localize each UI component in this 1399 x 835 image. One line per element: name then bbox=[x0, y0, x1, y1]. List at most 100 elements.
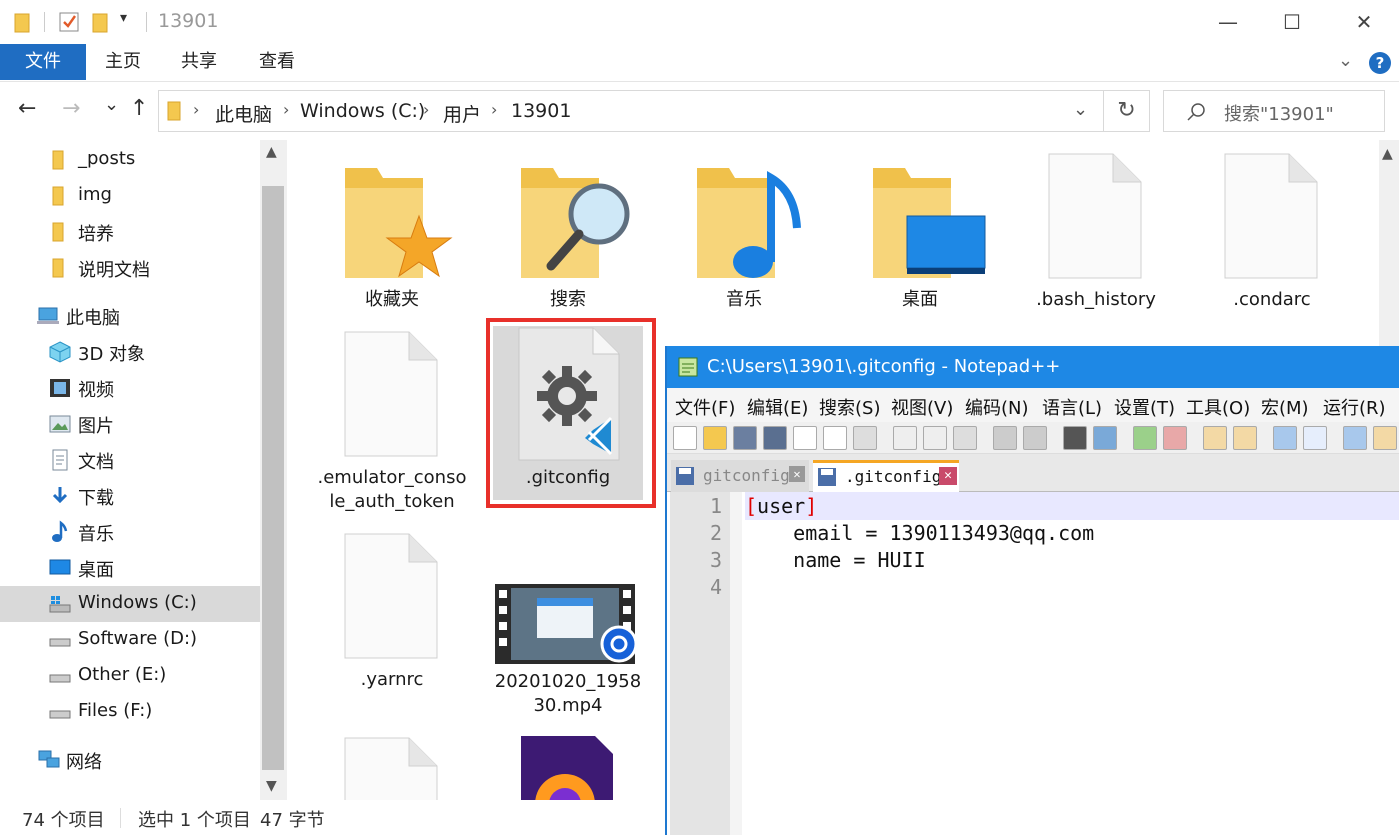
code-line[interactable]: name = HUII bbox=[745, 548, 925, 572]
open-file-icon[interactable] bbox=[703, 426, 727, 450]
find-icon[interactable] bbox=[1063, 426, 1087, 450]
menu-run[interactable]: 运行(R) bbox=[1323, 394, 1386, 420]
close-button[interactable]: ✕ bbox=[1334, 4, 1394, 40]
tab-share[interactable]: 共享 bbox=[168, 44, 230, 80]
breadcrumb-separator-icon[interactable]: › bbox=[491, 100, 497, 119]
code-line[interactable]: [user] bbox=[745, 494, 817, 518]
sidebar-item-docs[interactable]: 说明文档 bbox=[0, 250, 260, 286]
back-button[interactable]: ← bbox=[18, 96, 36, 121]
tab-view[interactable]: 查看 bbox=[246, 44, 308, 80]
tab-file[interactable]: 文件 bbox=[0, 44, 86, 80]
menu-encoding[interactable]: 编码(N) bbox=[965, 394, 1029, 420]
menu-macro[interactable]: 宏(M) bbox=[1261, 394, 1309, 420]
minimize-button[interactable]: — bbox=[1198, 4, 1258, 40]
help-button[interactable]: ? bbox=[1369, 52, 1391, 74]
redo-icon[interactable] bbox=[1023, 426, 1047, 450]
breadcrumb-users[interactable]: 用户 bbox=[443, 100, 481, 127]
file-item[interactable] bbox=[493, 734, 643, 800]
notepad-plus-plus-window[interactable]: C:\Users\13901\.gitconfig - Notepad++ 文件… bbox=[665, 346, 1399, 835]
close-file-icon[interactable] bbox=[793, 426, 817, 450]
copy-icon[interactable] bbox=[923, 426, 947, 450]
menu-view[interactable]: 视图(V) bbox=[891, 394, 953, 420]
menu-settings[interactable]: 设置(T) bbox=[1114, 394, 1175, 420]
menu-language[interactable]: 语言(L) bbox=[1042, 394, 1102, 420]
up-button[interactable]: ↑ bbox=[130, 96, 148, 121]
address-history-icon[interactable]: ⌄ bbox=[1073, 99, 1088, 120]
cut-icon[interactable] bbox=[893, 426, 917, 450]
save-icon[interactable] bbox=[733, 426, 757, 450]
breadcrumb-separator-icon[interactable]: › bbox=[193, 100, 199, 119]
print-icon[interactable] bbox=[853, 426, 877, 450]
menu-file[interactable]: 文件(F) bbox=[675, 394, 735, 420]
sidebar-item-drive-f[interactable]: Files (F:) bbox=[0, 694, 260, 730]
replace-icon[interactable] bbox=[1093, 426, 1117, 450]
notepad-titlebar[interactable]: C:\Users\13901\.gitconfig - Notepad++ bbox=[667, 346, 1399, 388]
refresh-button[interactable]: ↻ bbox=[1104, 90, 1150, 132]
search-box[interactable]: 搜索"13901" bbox=[1163, 90, 1385, 132]
zoom-out-icon[interactable] bbox=[1163, 426, 1187, 450]
file-item[interactable]: 音乐 bbox=[669, 150, 819, 320]
file-item[interactable]: .yarnrc bbox=[317, 530, 467, 700]
user-language-icon[interactable] bbox=[1373, 426, 1397, 450]
sidebar-item-network[interactable]: 网络 bbox=[0, 742, 260, 778]
scroll-up-icon[interactable]: ▲ bbox=[1382, 146, 1393, 162]
sidebar-item-documents[interactable]: 文档 bbox=[0, 442, 260, 478]
file-item[interactable]: 收藏夹 bbox=[317, 150, 467, 320]
close-tab-icon[interactable]: ✕ bbox=[939, 467, 957, 485]
sidebar-item-3d-objects[interactable]: 3D 对象 bbox=[0, 334, 260, 370]
breadcrumb-13901[interactable]: 13901 bbox=[511, 100, 571, 122]
zoom-in-icon[interactable] bbox=[1133, 426, 1157, 450]
undo-icon[interactable] bbox=[993, 426, 1017, 450]
menu-tools[interactable]: 工具(O) bbox=[1186, 394, 1250, 420]
breadcrumb-windows-c[interactable]: Windows (C:) bbox=[300, 100, 425, 122]
tab-gitconfig[interactable]: gitconfig ✕ bbox=[671, 460, 809, 492]
file-item[interactable] bbox=[317, 734, 467, 800]
file-item[interactable]: 搜索 bbox=[493, 150, 643, 320]
breadcrumb-separator-icon[interactable]: › bbox=[283, 100, 289, 119]
scroll-up-icon[interactable]: ▲ bbox=[266, 144, 277, 160]
sidebar-item-training[interactable]: 培养 bbox=[0, 214, 260, 250]
sidebar-item-posts[interactable]: _posts bbox=[0, 142, 260, 178]
recent-locations-button[interactable]: ⌄ bbox=[104, 94, 119, 115]
sidebar-item-downloads[interactable]: 下载 bbox=[0, 478, 260, 514]
properties-icon[interactable] bbox=[58, 11, 80, 33]
new-file-icon[interactable] bbox=[673, 426, 697, 450]
address-bar[interactable]: › 此电脑 › Windows (C:) › 用户 › 13901 ⌄ bbox=[158, 90, 1104, 132]
breadcrumb-this-pc[interactable]: 此电脑 bbox=[215, 100, 272, 127]
new-folder-icon[interactable] bbox=[92, 12, 108, 34]
close-tab-icon[interactable]: ✕ bbox=[789, 466, 805, 482]
sidebar-item-img[interactable]: img bbox=[0, 178, 260, 214]
search-input[interactable]: 搜索"13901" bbox=[1224, 100, 1334, 126]
save-all-icon[interactable] bbox=[763, 426, 787, 450]
sidebar-item-drive-c[interactable]: Windows (C:) bbox=[0, 586, 260, 622]
sidebar-scroll-thumb[interactable] bbox=[262, 186, 284, 770]
forward-button[interactable]: → bbox=[62, 96, 80, 121]
show-all-chars-icon[interactable] bbox=[1303, 426, 1327, 450]
sync-vertical-icon[interactable] bbox=[1203, 426, 1227, 450]
sidebar-item-videos[interactable]: 视频 bbox=[0, 370, 260, 406]
sidebar-item-music[interactable]: 音乐 bbox=[0, 514, 260, 550]
menu-edit[interactable]: 编辑(E) bbox=[747, 394, 808, 420]
menu-search[interactable]: 搜索(S) bbox=[819, 394, 880, 420]
notepad-editor[interactable]: 1 2 3 4 [user] email = 1390113493@qq.com… bbox=[667, 492, 1399, 835]
file-item[interactable]: .bash_history bbox=[1021, 150, 1171, 320]
close-all-icon[interactable] bbox=[823, 426, 847, 450]
indent-guide-icon[interactable] bbox=[1343, 426, 1367, 450]
sidebar-item-pictures[interactable]: 图片 bbox=[0, 406, 260, 442]
customize-quick-access-icon[interactable]: ▾ bbox=[120, 10, 127, 26]
tab-dot-gitconfig[interactable]: .gitconfig ✕ bbox=[813, 460, 959, 492]
file-item-selected[interactable]: .gitconfig bbox=[493, 326, 643, 500]
file-item[interactable]: 20201020_195830.mp4 bbox=[493, 530, 643, 720]
tab-home[interactable]: 主页 bbox=[92, 44, 154, 80]
file-item[interactable]: .emulator_console_auth_token bbox=[317, 330, 467, 520]
sync-horizontal-icon[interactable] bbox=[1233, 426, 1257, 450]
sidebar-item-this-pc[interactable]: 此电脑 bbox=[0, 298, 260, 334]
word-wrap-icon[interactable] bbox=[1273, 426, 1297, 450]
maximize-button[interactable]: ☐ bbox=[1262, 4, 1322, 40]
sidebar-item-drive-d[interactable]: Software (D:) bbox=[0, 622, 260, 658]
code-line[interactable]: email = 1390113493@qq.com bbox=[745, 521, 1094, 545]
breadcrumb-separator-icon[interactable]: › bbox=[423, 100, 429, 119]
paste-icon[interactable] bbox=[953, 426, 977, 450]
expand-ribbon-icon[interactable]: ⌄ bbox=[1338, 50, 1353, 71]
sidebar-item-desktop[interactable]: 桌面 bbox=[0, 550, 260, 586]
